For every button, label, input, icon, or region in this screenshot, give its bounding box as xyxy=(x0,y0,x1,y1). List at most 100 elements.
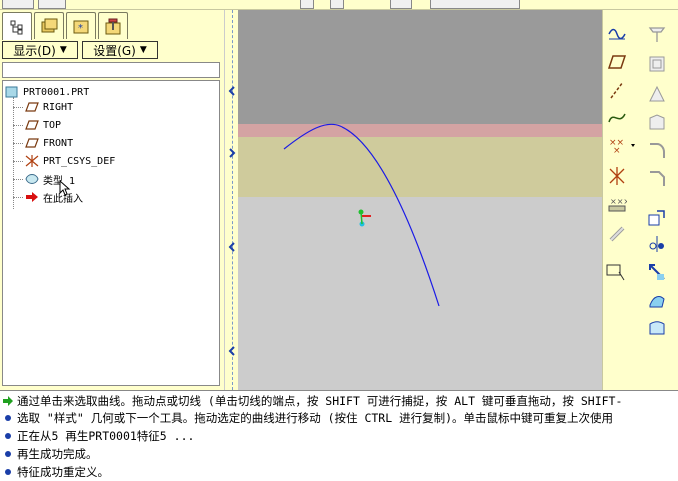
sweep-icon xyxy=(649,85,665,102)
datum-plane-button[interactable] xyxy=(605,50,629,74)
datum-point-button[interactable]: ×× × xyxy=(605,134,639,158)
collapse-arrow-icon[interactable] xyxy=(228,346,236,356)
tree-item-top[interactable]: TOP xyxy=(25,118,61,132)
round-button[interactable] xyxy=(645,138,669,162)
green-arrow-icon xyxy=(3,395,13,406)
message-text: 再生成功完成。 xyxy=(17,446,98,461)
collapse-arrow-icon[interactable] xyxy=(228,242,236,252)
surface-button[interactable] xyxy=(645,288,669,312)
sweep-button[interactable] xyxy=(645,82,669,106)
toolbar-button[interactable] xyxy=(330,0,344,9)
tree-connector xyxy=(13,179,23,180)
settings-menu-label: 设置(G) xyxy=(93,43,136,58)
insert-here-arrow-icon xyxy=(26,192,38,202)
copy-icon xyxy=(648,210,665,226)
tree-root-item[interactable]: PRT0001.PRT xyxy=(5,85,89,99)
extrude-button[interactable] xyxy=(645,22,669,46)
boundary-blend-button[interactable] xyxy=(645,316,669,340)
message-line: 再生成功完成。 xyxy=(2,445,676,462)
panel-splitter[interactable] xyxy=(224,10,238,390)
extrude-icon xyxy=(648,27,666,42)
tree-root-label: PRT0001.PRT xyxy=(23,86,90,98)
toolbar-button[interactable] xyxy=(390,0,412,9)
message-text: 选取 "样式" 几何或下一个工具。拖动选定的曲线进行移动 (按住 CTRL 进行… xyxy=(17,410,614,425)
tree-item-label: PRT_CSYS_DEF xyxy=(43,155,116,167)
message-text: 特征成功重定义。 xyxy=(17,464,109,479)
message-text: 正在从5 再生PRT0001特征5 ... xyxy=(17,428,195,443)
tree-connector xyxy=(13,143,23,144)
graphics-viewport[interactable] xyxy=(238,10,602,390)
show-menu-label: 显示(D) xyxy=(13,43,56,58)
datum-curve-icon xyxy=(608,113,626,123)
link-button[interactable] xyxy=(605,222,629,246)
toolbar-button-group[interactable] xyxy=(430,0,520,9)
message-line: 通过单击来选取曲线。拖动点或切线 (单击切线的端点，按 SHIFT 可进行捕捉，… xyxy=(2,392,676,409)
toolbar-button[interactable] xyxy=(38,0,66,9)
favorites-folder-icon: * xyxy=(73,20,89,34)
datum-plane-icon xyxy=(607,55,627,69)
revolve-icon xyxy=(649,56,665,72)
datum-curve-button[interactable] xyxy=(605,106,629,130)
datum-plane-icon xyxy=(25,102,39,112)
sketch-tool-button[interactable] xyxy=(605,260,629,284)
copy-button[interactable] xyxy=(645,206,669,230)
collapse-arrow-icon[interactable] xyxy=(228,86,236,96)
blue-bullet-icon xyxy=(5,450,11,457)
message-text: 通过单击来选取曲线。拖动点或切线 (单击切线的端点，按 SHIFT 可进行捕捉，… xyxy=(17,393,623,408)
mirror-icon xyxy=(649,236,664,252)
analysis-button[interactable]: ××× xyxy=(605,192,629,216)
chain-link-icon xyxy=(609,226,625,242)
folder-browser-icon xyxy=(41,18,58,33)
chamfer-button[interactable] xyxy=(645,166,669,190)
tree-connector xyxy=(13,107,23,108)
toolbar-button[interactable] xyxy=(2,0,34,9)
datum-display-toggle[interactable] xyxy=(605,22,629,46)
right-feature-toolbar: ×× × ××× xyxy=(602,10,678,390)
mirror-button[interactable] xyxy=(645,232,669,256)
tree-connector xyxy=(13,125,23,126)
message-line: 特征成功重定义。 xyxy=(2,463,676,480)
analysis-icon: ××× xyxy=(608,197,627,212)
tree-item-csys[interactable]: PRT_CSYS_DEF xyxy=(25,154,115,168)
mouse-cursor-icon xyxy=(59,180,71,196)
tree-item-label: RIGHT xyxy=(43,101,74,113)
message-line: 选取 "样式" 几何或下一个工具。拖动选定的曲线进行移动 (按住 CTRL 进行… xyxy=(2,409,676,426)
chevron-down-icon: ▼ xyxy=(139,45,147,55)
message-area: 通过单击来选取曲线。拖动点或切线 (单击切线的端点，按 SHIFT 可进行捕捉，… xyxy=(0,390,678,481)
csys-marker xyxy=(358,209,371,227)
show-menu-button[interactable]: 显示(D) ▼ xyxy=(2,41,78,59)
tools-folder-icon xyxy=(105,18,121,35)
model-tree-panel: * 显示(D) ▼ 设置(G) ▼ PRT0001.PRT RIGHT TOP … xyxy=(0,10,224,390)
expand-arrow-icon[interactable] xyxy=(228,148,236,158)
top-toolbar-strip xyxy=(0,0,678,10)
tree-item-right[interactable]: RIGHT xyxy=(25,100,73,114)
tab-favorites[interactable]: * xyxy=(66,12,96,39)
blend-button[interactable] xyxy=(645,110,669,134)
style-feature-icon xyxy=(25,174,39,184)
merge-icon xyxy=(649,264,665,280)
tree-connector xyxy=(13,161,23,162)
merge-button[interactable] xyxy=(645,260,669,284)
revolve-button[interactable] xyxy=(645,52,669,76)
settings-menu-button[interactable]: 设置(G) ▼ xyxy=(82,41,158,59)
curve-wave-icon xyxy=(608,28,626,40)
tree-item-front[interactable]: FRONT xyxy=(25,136,73,150)
tab-connections[interactable] xyxy=(98,12,128,39)
tab-folder-browser[interactable] xyxy=(34,12,64,39)
datum-axis-button[interactable] xyxy=(605,78,629,102)
svg-text:×××: ××× xyxy=(610,197,627,206)
datum-point-icon: ×× × xyxy=(609,138,635,156)
tree-item-label: TOP xyxy=(43,119,62,131)
toolbar-button[interactable] xyxy=(300,0,314,9)
tree-connector xyxy=(13,197,23,198)
blend-icon xyxy=(649,114,665,130)
tab-model-tree[interactable] xyxy=(2,12,32,40)
round-icon xyxy=(650,143,665,158)
csys-button[interactable] xyxy=(605,164,629,188)
tree-item-insert-here[interactable]: 在此插入 xyxy=(25,190,83,205)
boundary-blend-icon xyxy=(649,321,665,335)
sketch-canvas[interactable] xyxy=(238,10,602,390)
blue-bullet-icon xyxy=(5,468,11,475)
tree-filter-row xyxy=(2,62,220,78)
part-icon xyxy=(5,86,18,98)
